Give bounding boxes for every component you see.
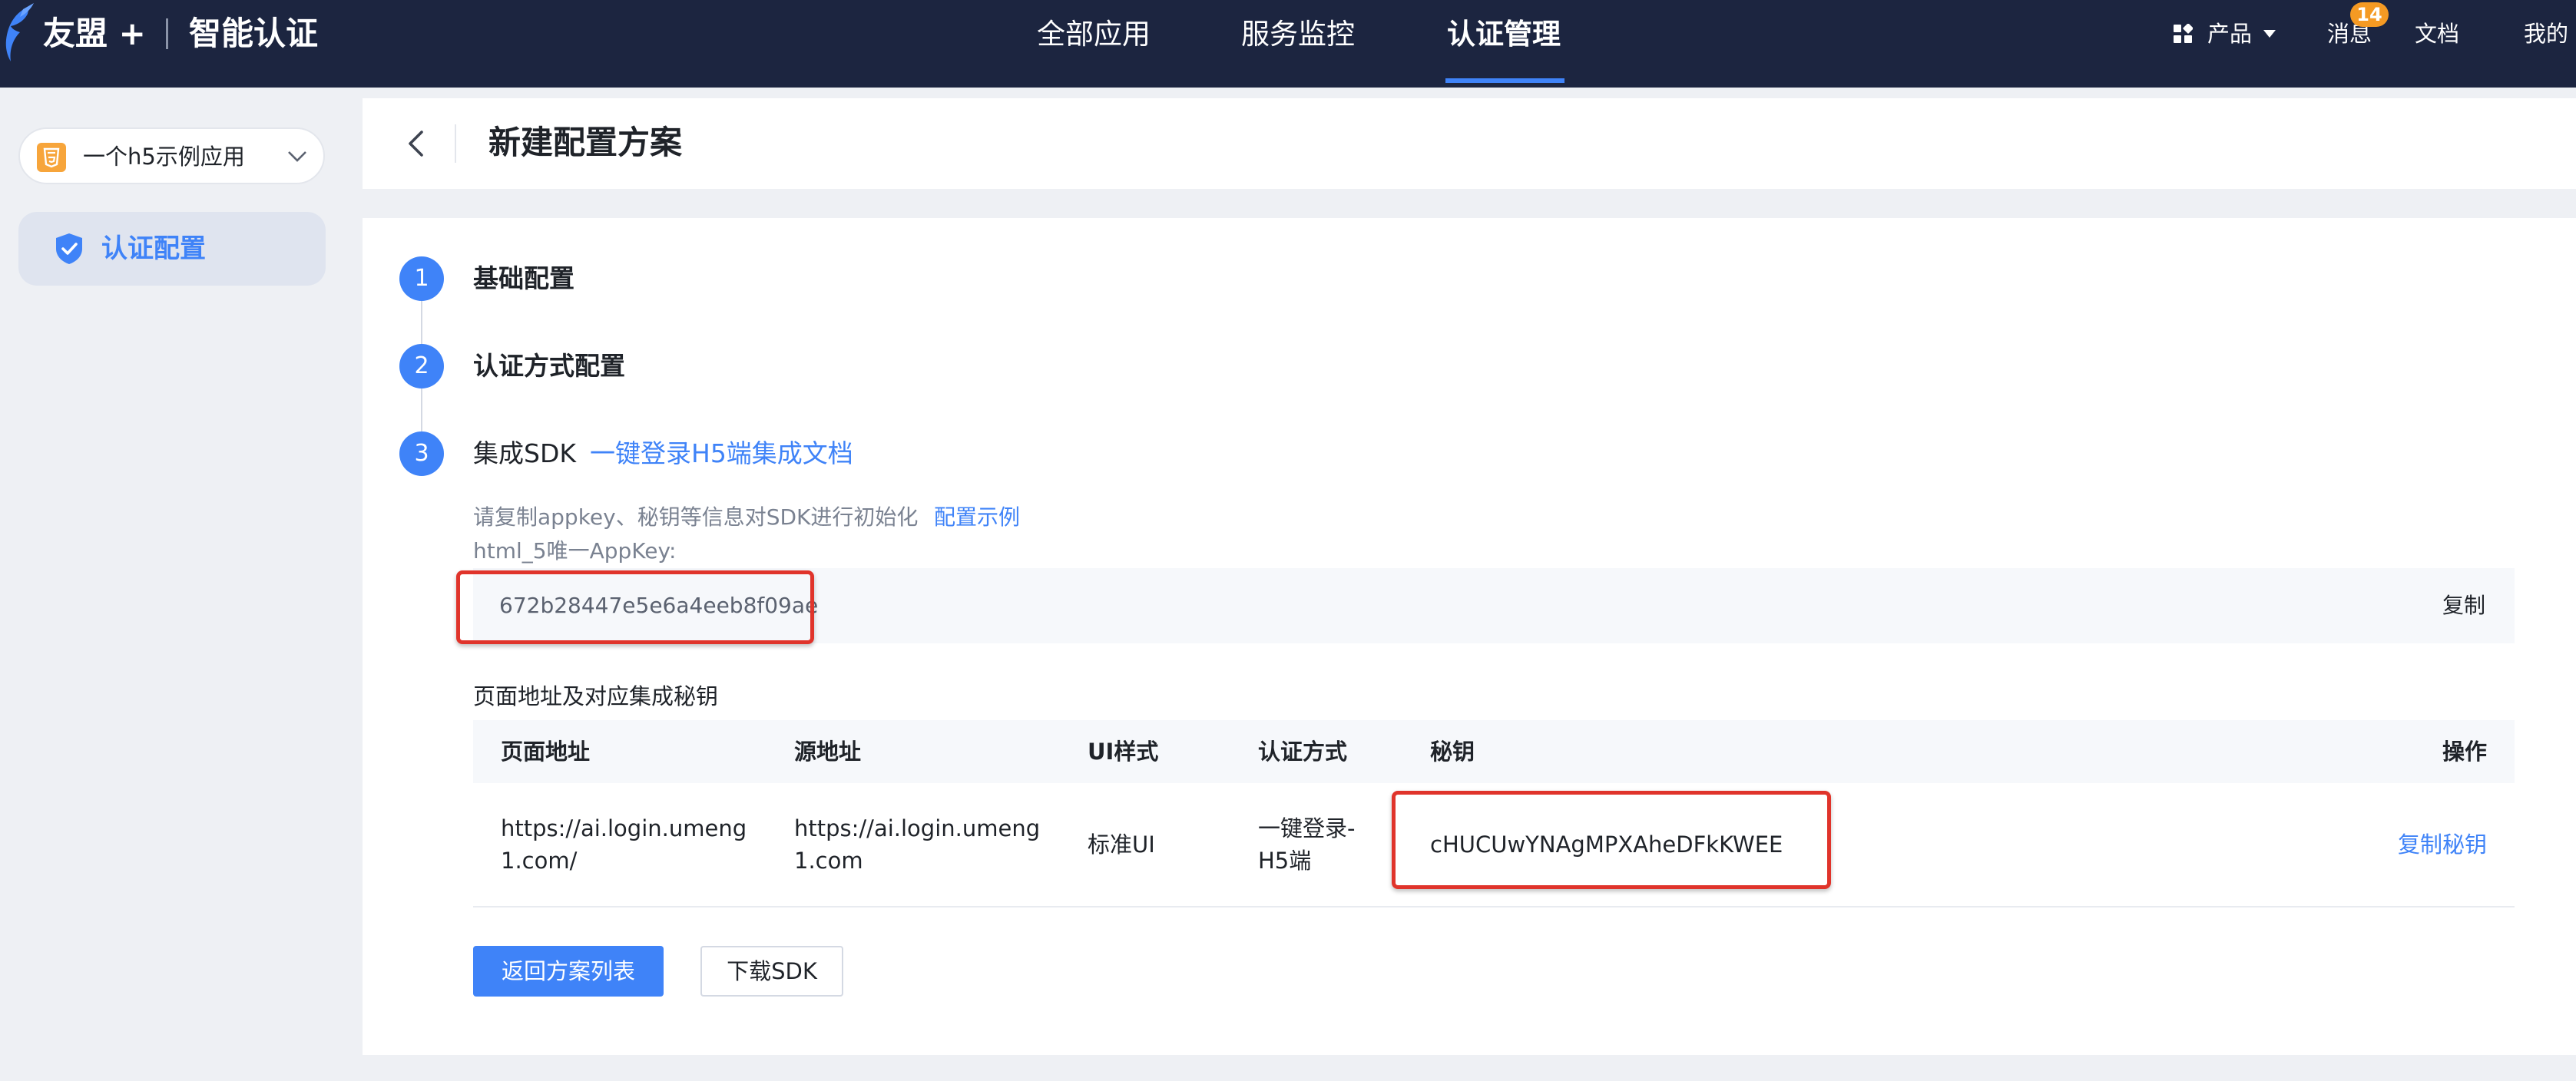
copy-secret-button[interactable]: 复制秘钥 [2398, 828, 2487, 861]
brand-name[interactable]: 友盟 + [43, 12, 146, 55]
column-header-secret: 秘钥 [1430, 739, 1475, 765]
header-divider [455, 124, 456, 163]
step-connector [421, 301, 422, 344]
sidebar-item-label: 认证配置 [101, 233, 206, 264]
secret-highlight-box [1392, 791, 1831, 889]
nav-all-apps[interactable]: 全部应用 [1037, 15, 1151, 54]
nav-docs[interactable]: 文档 [2415, 18, 2459, 49]
nav-auth-management[interactable]: 认证管理 [1447, 15, 1561, 54]
step-title-integrate-sdk: 集成SDK [473, 438, 576, 468]
column-header-ui-style: UI样式 [1088, 739, 1159, 765]
nav-service-monitor[interactable]: 服务监控 [1241, 15, 1355, 54]
column-header-action: 操作 [2442, 739, 2487, 765]
cell-page-url: https://ai.login.umeng1.com/ [501, 815, 747, 874]
nav-mine[interactable]: 我的 [2524, 18, 2568, 49]
active-nav-indicator [1445, 78, 1564, 83]
cell-source-url: https://ai.login.umeng1.com [794, 815, 1041, 874]
column-header-page-url: 页面地址 [501, 739, 591, 765]
brand-divider [166, 18, 168, 49]
step-number-2: 2 [399, 344, 444, 388]
sdk-init-hint: 请复制appkey、秘钥等信息对SDK进行初始化 [473, 504, 919, 530]
copy-appkey-button[interactable]: 复制 [2442, 590, 2485, 622]
umeng-logo-icon [5, 3, 34, 61]
content-card: 1 基础配置 2 认证方式配置 3 集成SDK 一键登录H5端集成文档 请复制a… [363, 218, 2576, 1055]
step-number-3: 3 [399, 431, 444, 476]
messages-count-badge: 14 [2350, 2, 2389, 27]
step-title-basic-config: 基础配置 [473, 263, 574, 293]
appkey-highlight-box [456, 570, 814, 644]
column-header-auth-method: 认证方式 [1258, 739, 1348, 765]
page-url-secret-section-label: 页面地址及对应集成秘钥 [473, 683, 719, 709]
step-title-auth-method-config: 认证方式配置 [473, 351, 625, 381]
apps-grid-icon[interactable] [2173, 24, 2193, 44]
product-name: 智能认证 [189, 15, 319, 52]
step-number-1: 1 [399, 256, 444, 301]
sidebar: 一个h5示例应用 认证配置 [0, 88, 361, 1081]
cell-auth-method: 一键登录-H5端 [1258, 815, 1356, 874]
page-title: 新建配置方案 [488, 124, 683, 161]
app-selector[interactable]: 一个h5示例应用 [18, 127, 325, 184]
step-connector [421, 388, 422, 431]
back-arrow-icon[interactable] [401, 127, 433, 160]
column-header-source-url: 源地址 [794, 739, 862, 765]
app-selector-value: 一个h5示例应用 [83, 144, 245, 170]
back-to-plan-list-button[interactable]: 返回方案列表 [473, 946, 664, 997]
config-example-link[interactable]: 配置示例 [934, 502, 1020, 533]
html5-app-icon [37, 143, 66, 172]
sidebar-item-auth-config[interactable]: 认证配置 [18, 212, 326, 286]
download-sdk-button[interactable]: 下载SDK [700, 946, 843, 997]
nav-products[interactable]: 产品 [2207, 18, 2252, 49]
table-header: 页面地址 源地址 UI样式 认证方式 秘钥 操作 [473, 720, 2515, 783]
h5-integration-doc-link[interactable]: 一键登录H5端集成文档 [590, 435, 853, 472]
caret-down-icon[interactable] [2263, 29, 2276, 38]
top-nav: 友盟 + 智能认证 全部应用 服务监控 认证管理 产品 消息 14 文档 我的 [0, 0, 2576, 88]
chevron-down-icon[interactable] [287, 150, 307, 164]
shield-check-icon [56, 233, 82, 264]
appkey-label: html_5唯一AppKey: [473, 538, 677, 564]
page-header: 新建配置方案 [363, 98, 2576, 189]
cell-ui-style: 标准UI [1088, 831, 1155, 858]
